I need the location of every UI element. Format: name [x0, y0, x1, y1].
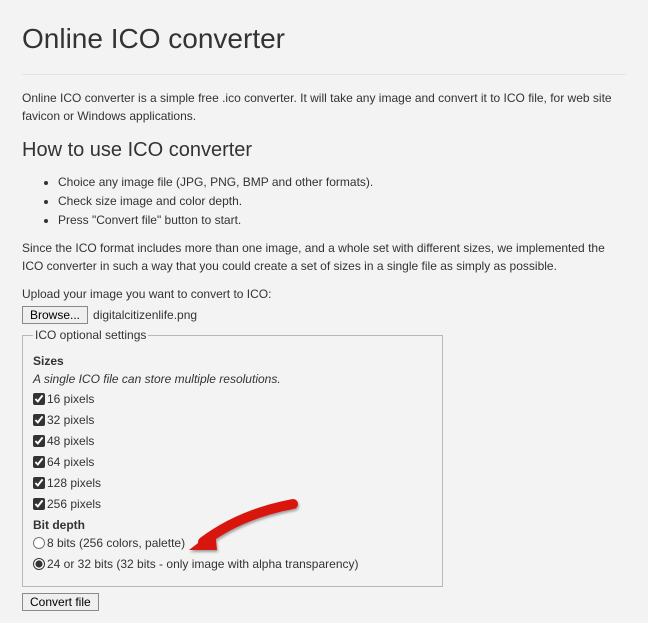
- page-title: Online ICO converter: [22, 18, 626, 60]
- settings-legend: ICO optional settings: [33, 326, 148, 344]
- howto-step: Press "Convert file" button to start.: [58, 211, 626, 229]
- size-checkbox-64[interactable]: [33, 456, 45, 468]
- convert-file-button[interactable]: Convert file: [22, 593, 99, 611]
- bitdepth-label: Bit depth: [33, 516, 432, 534]
- size-checkbox-128[interactable]: [33, 477, 45, 489]
- size-option-label: 128 pixels: [47, 474, 101, 492]
- selected-file-name: digitalcitizenlife.png: [93, 306, 197, 324]
- size-option: 64 pixels: [33, 453, 432, 471]
- size-option-label: 48 pixels: [47, 432, 94, 450]
- size-option: 32 pixels: [33, 411, 432, 429]
- sizes-label: Sizes: [33, 352, 432, 370]
- intro-text: Online ICO converter is a simple free .i…: [22, 89, 626, 125]
- browse-button[interactable]: Browse...: [22, 306, 88, 324]
- howto-step: Check size image and color depth.: [58, 192, 626, 210]
- size-option: 48 pixels: [33, 432, 432, 450]
- description-text: Since the ICO format includes more than …: [22, 239, 626, 275]
- size-option: 128 pixels: [33, 474, 432, 492]
- howto-step: Choice any image file (JPG, PNG, BMP and…: [58, 173, 626, 191]
- bitdepth-option: 8 bits (256 colors, palette): [33, 534, 432, 552]
- bitdepth-radio-24-32[interactable]: [33, 558, 45, 570]
- size-option-label: 32 pixels: [47, 411, 94, 429]
- ico-settings-fieldset: ICO optional settings Sizes A single ICO…: [22, 326, 443, 587]
- file-input-row: Browse... digitalcitizenlife.png: [22, 306, 626, 324]
- size-checkbox-48[interactable]: [33, 435, 45, 447]
- divider: [22, 74, 626, 75]
- size-checkbox-256[interactable]: [33, 498, 45, 510]
- bitdepth-option: 24 or 32 bits (32 bits - only image with…: [33, 555, 432, 573]
- upload-label: Upload your image you want to convert to…: [22, 285, 626, 303]
- sizes-sublabel: A single ICO file can store multiple res…: [33, 370, 432, 388]
- size-checkbox-16[interactable]: [33, 393, 45, 405]
- size-checkbox-32[interactable]: [33, 414, 45, 426]
- size-option-label: 64 pixels: [47, 453, 94, 471]
- size-option: 16 pixels: [33, 390, 432, 408]
- howto-steps: Choice any image file (JPG, PNG, BMP and…: [58, 173, 626, 229]
- size-option: 256 pixels: [33, 495, 432, 513]
- size-option-label: 16 pixels: [47, 390, 94, 408]
- bitdepth-option-label: 24 or 32 bits (32 bits - only image with…: [47, 555, 359, 573]
- bitdepth-option-label: 8 bits (256 colors, palette): [47, 534, 185, 552]
- bitdepth-radio-8[interactable]: [33, 537, 45, 549]
- howto-heading: How to use ICO converter: [22, 135, 626, 165]
- size-option-label: 256 pixels: [47, 495, 101, 513]
